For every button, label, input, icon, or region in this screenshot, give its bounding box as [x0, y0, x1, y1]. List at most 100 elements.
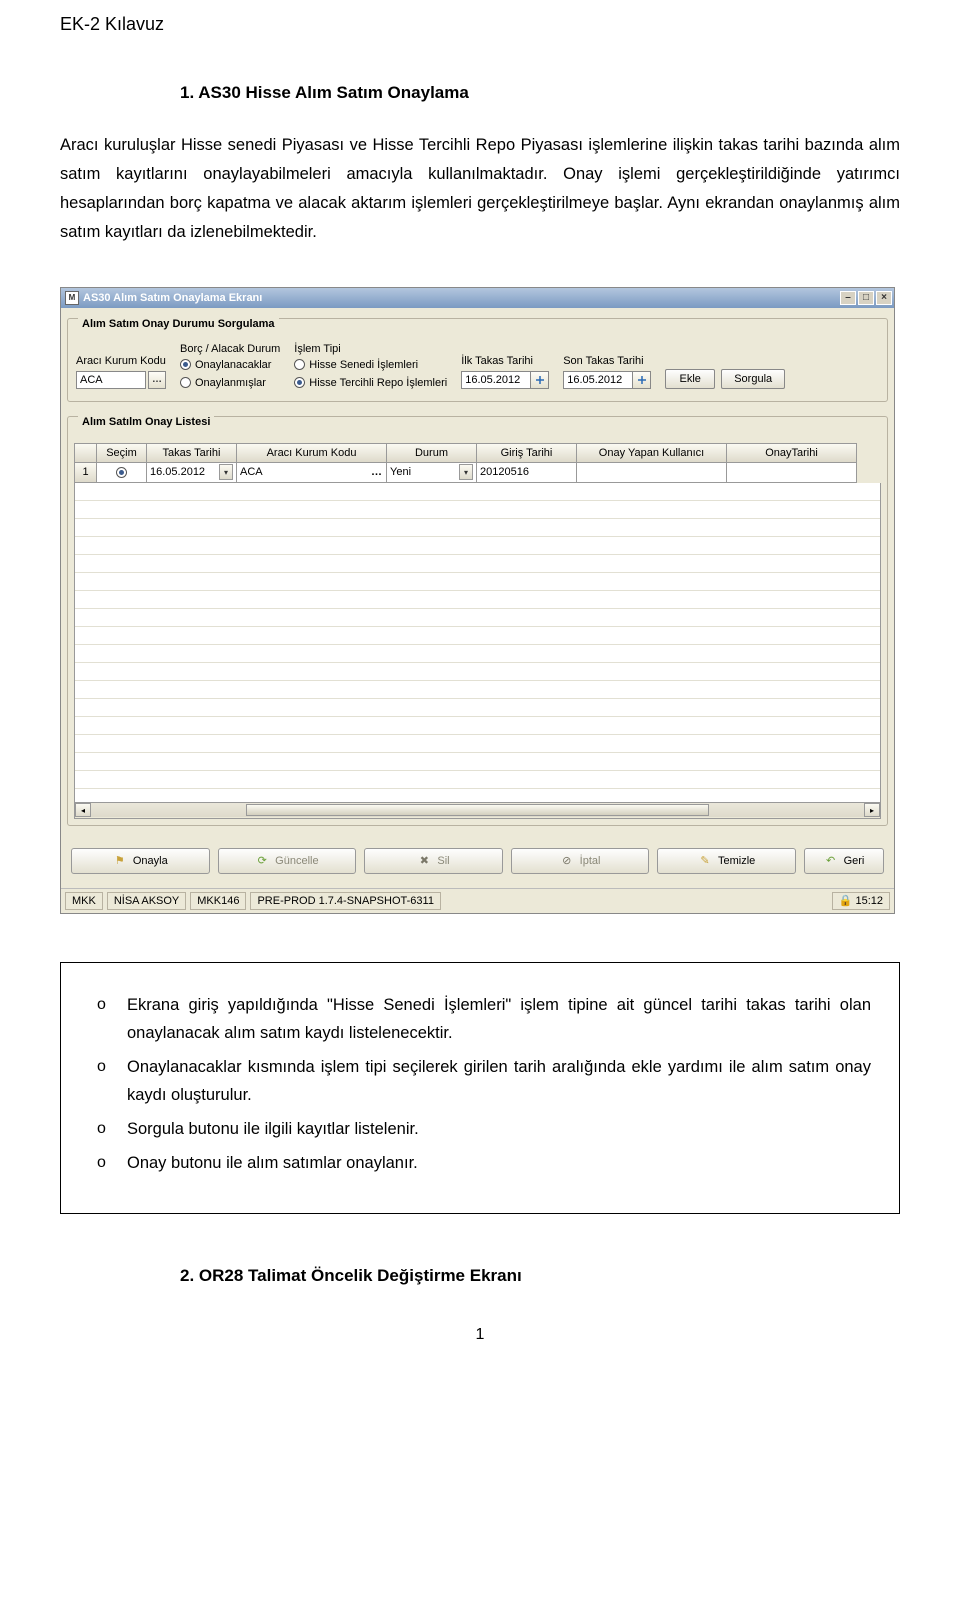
lookup-dots-icon[interactable]: …: [371, 466, 383, 478]
onayla-button[interactable]: ⚑ Onayla: [71, 848, 210, 874]
list-groupbox: Alım Satılm Onay Listesi Seçim Takas Tar…: [67, 416, 888, 826]
doc-header: EK-2 Kılavuz: [60, 14, 900, 35]
btn-label: Onayla: [133, 855, 168, 867]
horizontal-scrollbar[interactable]: ◂ ▸: [74, 803, 881, 819]
col-onay-tarihi[interactable]: OnayTarihi: [727, 443, 857, 463]
cell-user: [577, 463, 727, 483]
cell-durum[interactable]: Yeni ▾: [387, 463, 477, 483]
table-row[interactable]: 1 16.05.2012 ▾ ACA … Yeni ▾: [74, 463, 881, 483]
temizle-button[interactable]: ✎ Temizle: [657, 848, 796, 874]
cell-takas-text: 16.05.2012: [150, 466, 205, 478]
btn-label: İptal: [580, 855, 601, 867]
col-takas-tarihi[interactable]: Takas Tarihi: [147, 443, 237, 463]
col-onay-user[interactable]: Onay Yapan Kullanıcı: [577, 443, 727, 463]
scroll-thumb[interactable]: [246, 804, 710, 816]
btn-label: Geri: [844, 855, 865, 867]
bottom-toolbar: ⚑ Onayla ⟳ Güncelle ✖ Sil ⊘ İptal ✎ Te: [67, 840, 888, 882]
scroll-track[interactable]: [91, 803, 864, 817]
calendar-icon: [535, 375, 545, 385]
scroll-right-icon[interactable]: ▸: [864, 803, 880, 817]
cell-onay: [727, 463, 857, 483]
titlebar: M AS30 Alım Satım Onaylama Ekranı – □ ×: [61, 288, 894, 308]
maximize-button[interactable]: □: [858, 291, 874, 305]
section-2-title: 2. OR28 Talimat Öncelik Değiştirme Ekran…: [180, 1266, 900, 1286]
araci-kurum-lookup-button[interactable]: …: [148, 371, 166, 389]
x-icon: ✖: [417, 854, 431, 868]
cell-takas[interactable]: 16.05.2012 ▾: [147, 463, 237, 483]
query-groupbox: Alım Satım Onay Durumu Sorgulama Aracı K…: [67, 318, 888, 402]
cell-giris[interactable]: 20120516: [477, 463, 577, 483]
radio-label: Onaylanmışlar: [195, 377, 266, 389]
son-takas-input[interactable]: [563, 371, 633, 389]
grid-header-row: Seçim Takas Tarihi Aracı Kurum Kodu Duru…: [74, 443, 881, 463]
label-islem-tipi: İşlem Tipi: [294, 343, 447, 355]
son-takas-calendar-button[interactable]: [633, 371, 651, 389]
sil-button[interactable]: ✖ Sil: [364, 848, 503, 874]
radio-hisse-tercihli[interactable]: Hisse Tercihli Repo İşlemleri: [294, 377, 447, 389]
flag-icon: ⚑: [113, 854, 127, 868]
back-arrow-icon: ↶: [824, 854, 838, 868]
grid-body: [74, 483, 881, 803]
cell-giris-text: 20120516: [480, 466, 529, 478]
col-durum[interactable]: Durum: [387, 443, 477, 463]
col-araci-kurum[interactable]: Aracı Kurum Kodu: [237, 443, 387, 463]
row-radio-icon: [116, 467, 127, 478]
cell-kod-text: ACA: [240, 466, 263, 478]
label-araci-kurum: Aracı Kurum Kodu: [76, 355, 166, 367]
status-time: 🔒 15:12: [832, 892, 890, 910]
close-button[interactable]: ×: [876, 291, 892, 305]
list-group-title: Alım Satılm Onay Listesi: [78, 416, 214, 428]
radio-icon: [180, 377, 191, 388]
chevron-down-icon[interactable]: ▾: [459, 464, 473, 480]
broom-icon: ✎: [698, 854, 712, 868]
app-window: M AS30 Alım Satım Onaylama Ekranı – □ × …: [60, 287, 895, 914]
calendar-icon: [637, 375, 647, 385]
intro-paragraph: Aracı kuruluşlar Hisse senedi Piyasası v…: [60, 131, 900, 247]
radio-onaylanmislar[interactable]: Onaylanmışlar: [180, 377, 280, 389]
guncelle-button[interactable]: ⟳ Güncelle: [218, 848, 357, 874]
note-2: Onaylanacaklar kısmında işlem tipi seçil…: [97, 1053, 871, 1109]
btn-label: Temizle: [718, 855, 755, 867]
col-giris-tarihi[interactable]: Giriş Tarihi: [477, 443, 577, 463]
sorgula-button[interactable]: Sorgula: [721, 369, 785, 389]
page-number: 1: [60, 1326, 900, 1344]
radio-hisse-senedi[interactable]: Hisse Senedi İşlemleri: [294, 359, 447, 371]
minimize-button[interactable]: –: [840, 291, 856, 305]
ilk-takas-calendar-button[interactable]: [531, 371, 549, 389]
status-cell-1: MKK: [65, 892, 103, 910]
note-4: Onay butonu ile alım satımlar onaylanır.: [97, 1149, 871, 1177]
cell-kod[interactable]: ACA …: [237, 463, 387, 483]
cell-durum-text: Yeni: [390, 466, 411, 478]
section-1-title: 1. AS30 Hisse Alım Satım Onaylama: [180, 83, 900, 103]
radio-label: Hisse Tercihli Repo İşlemleri: [309, 377, 447, 389]
label-ilk-takas: İlk Takas Tarihi: [461, 355, 549, 367]
label-borc-alacak: Borç / Alacak Durum: [180, 343, 280, 355]
btn-label: Sil: [437, 855, 449, 867]
col-secim[interactable]: Seçim: [97, 443, 147, 463]
chevron-down-icon[interactable]: ▾: [219, 464, 233, 480]
iptal-button[interactable]: ⊘ İptal: [511, 848, 650, 874]
scroll-left-icon[interactable]: ◂: [75, 803, 91, 817]
radio-onaylanacaklar[interactable]: Onaylanacaklar: [180, 359, 280, 371]
cell-secim[interactable]: [97, 463, 147, 483]
ban-icon: ⊘: [560, 854, 574, 868]
radio-icon: [294, 359, 305, 370]
note-3: Sorgula butonu ile ilgili kayıtlar liste…: [97, 1115, 871, 1143]
label-son-takas: Son Takas Tarihi: [563, 355, 651, 367]
window-title: AS30 Alım Satım Onaylama Ekranı: [83, 292, 840, 304]
lock-icon: 🔒: [839, 894, 853, 907]
status-cell-4: PRE-PROD 1.7.4-SNAPSHOT-6311: [250, 892, 440, 910]
status-cell-3: MKK146: [190, 892, 246, 910]
btn-label: Güncelle: [275, 855, 318, 867]
col-rownum: [75, 443, 97, 463]
notes-box: Ekrana giriş yapıldığında "Hisse Senedi …: [60, 962, 900, 1214]
geri-button[interactable]: ↶ Geri: [804, 848, 884, 874]
query-group-title: Alım Satım Onay Durumu Sorgulama: [78, 318, 279, 330]
radio-label: Hisse Senedi İşlemleri: [309, 359, 418, 371]
refresh-icon: ⟳: [255, 854, 269, 868]
ekle-button[interactable]: Ekle: [665, 369, 715, 389]
araci-kurum-input[interactable]: [76, 371, 146, 389]
radio-label: Onaylanacaklar: [195, 359, 271, 371]
note-1: Ekrana giriş yapıldığında "Hisse Senedi …: [97, 991, 871, 1047]
ilk-takas-input[interactable]: [461, 371, 531, 389]
